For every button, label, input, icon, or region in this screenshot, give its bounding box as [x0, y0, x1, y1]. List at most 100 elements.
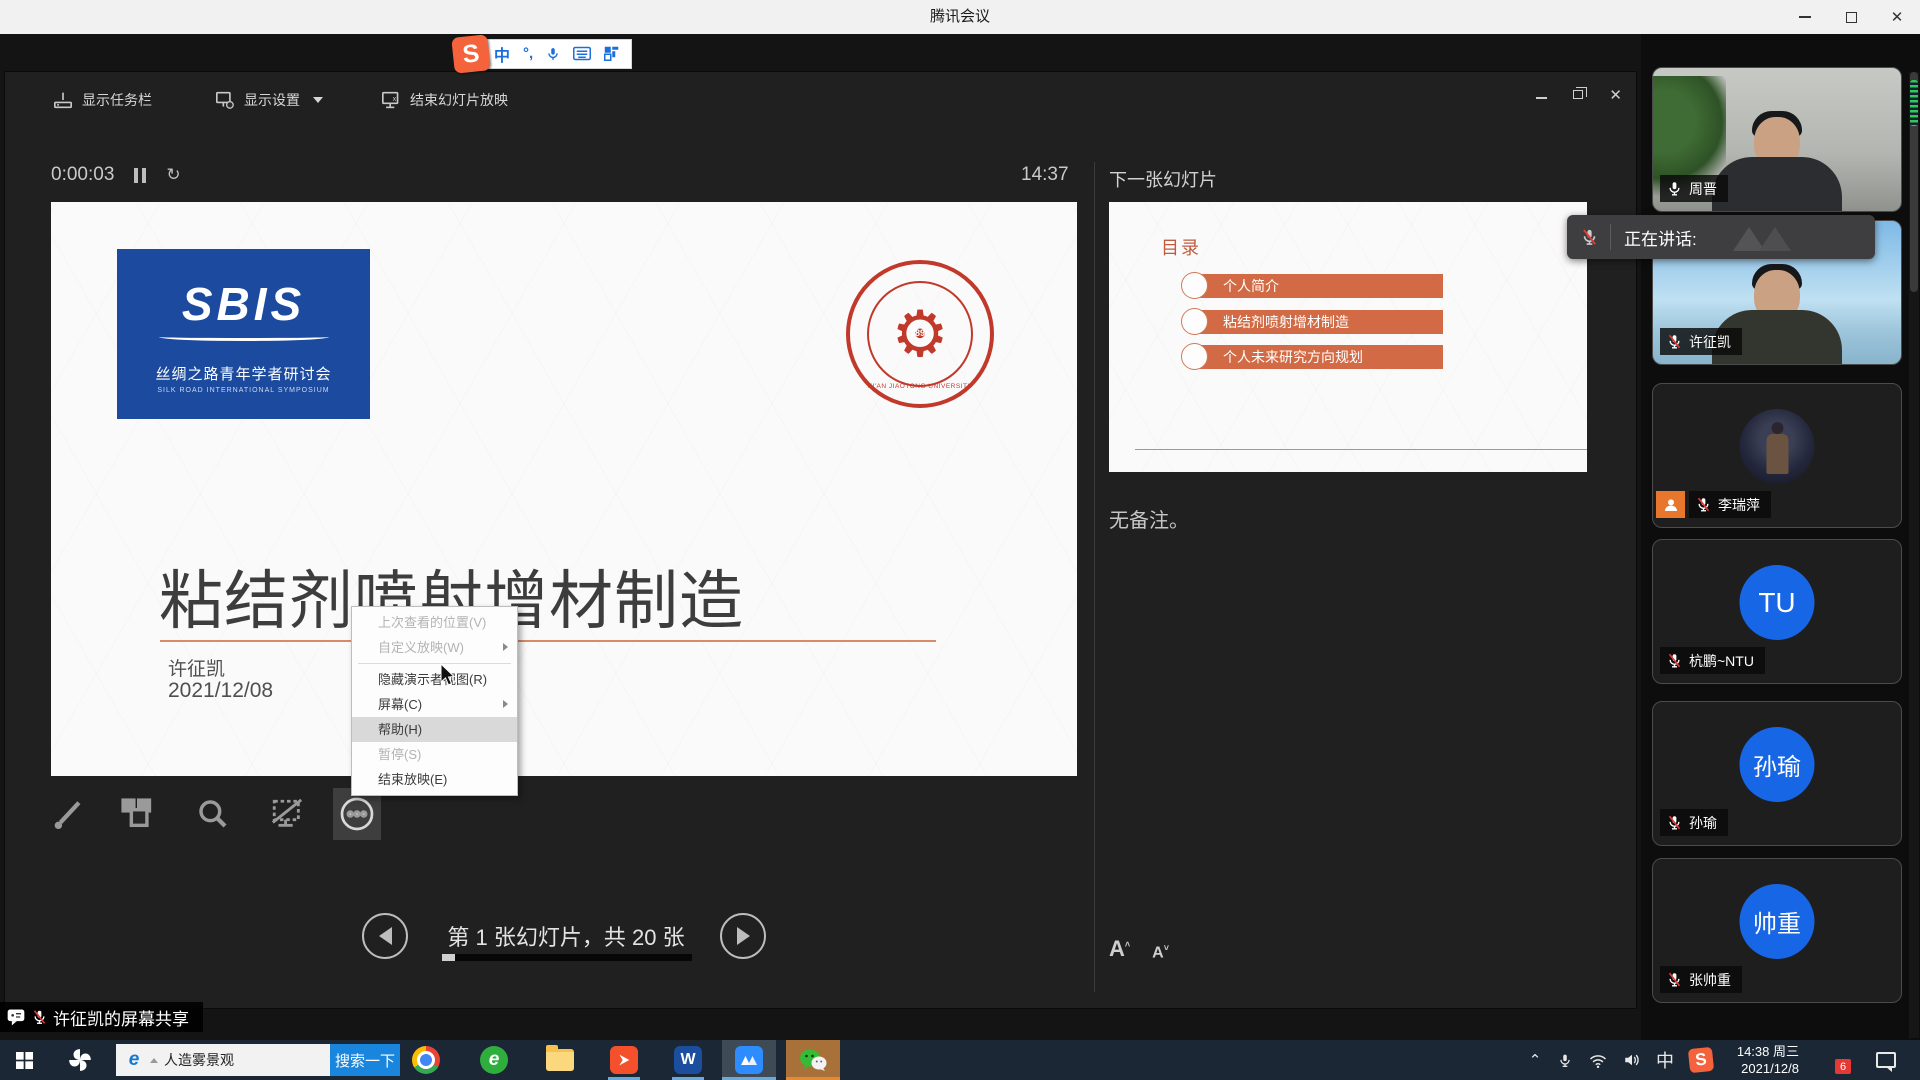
- pen-tool-button[interactable]: [45, 788, 93, 840]
- tray-volume[interactable]: [1616, 1040, 1648, 1080]
- start-button[interactable]: [0, 1040, 48, 1080]
- toc-dot: [1181, 343, 1208, 370]
- taskbar-search-box[interactable]: e 人造雾景观: [116, 1044, 330, 1076]
- window-maximize-button[interactable]: [1828, 0, 1874, 34]
- sidebar-scrollbar[interactable]: [1909, 72, 1919, 1038]
- mic-muted-icon: [1581, 227, 1598, 247]
- display-settings-button[interactable]: 显示设置: [215, 82, 323, 118]
- mic-muted-icon: [32, 1008, 47, 1026]
- ellipsis-icon: [339, 796, 375, 832]
- next-slide-preview[interactable]: 目录 个人简介 粘结剂喷射增材制造 个人未来研究方向规划: [1109, 202, 1587, 472]
- taskbar-file-explorer[interactable]: [540, 1040, 580, 1080]
- ime-toolbox-icon[interactable]: [604, 46, 619, 61]
- toc-title: 目录: [1161, 234, 1201, 260]
- ime-keyboard-icon[interactable]: [573, 46, 591, 61]
- mic-on-icon: [1667, 180, 1682, 197]
- next-slide-header: 下一张幻灯片: [1109, 166, 1217, 192]
- taskbar-wechat[interactable]: [786, 1040, 840, 1080]
- speaker-icon: [1623, 1052, 1641, 1068]
- mouse-cursor: [440, 663, 457, 687]
- taskbar-word[interactable]: W: [668, 1040, 708, 1080]
- tray-network[interactable]: [1582, 1040, 1614, 1080]
- previous-slide-button[interactable]: [362, 913, 408, 959]
- font-increase-button[interactable]: A˄: [1109, 936, 1130, 962]
- presentation-timer: 0:00:03: [51, 164, 114, 186]
- black-screen-button[interactable]: [263, 788, 311, 840]
- panel-divider: [1094, 162, 1095, 992]
- restart-timer-button[interactable]: ↻: [166, 165, 180, 185]
- ime-toolbar[interactable]: S 中 °,: [453, 37, 632, 70]
- end-slideshow-button[interactable]: x 结束幻灯片放映: [381, 82, 508, 118]
- tray-ime-mode[interactable]: 中: [1648, 1040, 1682, 1080]
- xjtu-university-seal: ⚙ 1896 XI'AN JIAOTONG UNIVERSITY: [846, 260, 994, 408]
- tray-clock[interactable]: 14:38 周三 2021/12/8: [1707, 1043, 1799, 1077]
- ppt-minimize-button[interactable]: [1536, 86, 1547, 104]
- mic-muted-icon: [1696, 496, 1711, 513]
- mic-muted-icon: [1667, 652, 1682, 669]
- tray-expand-chevron[interactable]: ⌃: [1520, 1040, 1550, 1080]
- see-all-slides-button[interactable]: [113, 788, 161, 840]
- menu-item-help[interactable]: 帮助(H): [352, 717, 517, 742]
- menu-item-screen[interactable]: 屏幕(C): [352, 692, 517, 717]
- toc-bottom-rule: [1135, 449, 1587, 450]
- menu-item-pause[interactable]: 暂停(S): [352, 742, 517, 767]
- participant-video-tile[interactable]: 孙瑜 孙瑜: [1652, 701, 1902, 846]
- sogou-logo-icon[interactable]: S: [451, 34, 491, 74]
- slide-date: 2021/12/08: [168, 679, 273, 703]
- ppt-restore-button[interactable]: [1573, 86, 1583, 104]
- mic-muted-icon: [1667, 333, 1682, 350]
- magnifier-icon: [197, 798, 229, 830]
- tray-mic[interactable]: [1550, 1040, 1580, 1080]
- participant-video-tile[interactable]: 李瑞萍: [1652, 383, 1902, 528]
- pause-timer-button[interactable]: [134, 168, 146, 183]
- tray-action-center[interactable]: [1866, 1040, 1906, 1080]
- tray-notifications[interactable]: 6: [1812, 1040, 1852, 1080]
- search-go-button[interactable]: 搜索一下: [330, 1044, 400, 1076]
- participant-name-label: 杭鹏~NTU: [1660, 647, 1765, 674]
- participant-name-label: 周晋: [1660, 175, 1728, 202]
- sbis-logo: SBIS 丝绸之路青年学者研讨会 SILK ROAD INTERNATIONAL…: [117, 249, 370, 419]
- avatar: TU: [1740, 565, 1815, 640]
- sogou-pinwheel-button[interactable]: [58, 1040, 102, 1080]
- svg-text:x: x: [393, 94, 397, 103]
- window-close-button[interactable]: ✕: [1874, 0, 1920, 34]
- slideshow-progress-bar: [442, 954, 692, 961]
- ime-chinese-mode[interactable]: 中: [494, 42, 510, 66]
- meeting-window-titlebar: 腾讯会议 ✕: [0, 0, 1920, 34]
- participant-video-tile[interactable]: 周晋: [1652, 67, 1902, 212]
- slide-position-label: 第 1 张幻灯片，共 20 张: [438, 920, 694, 952]
- screen-share-banner: 许征凯的屏幕共享: [0, 1002, 203, 1032]
- green-browser-icon: e: [480, 1046, 508, 1074]
- end-slideshow-icon: x: [381, 91, 401, 109]
- font-decrease-button[interactable]: A˅: [1152, 943, 1169, 962]
- ime-mic-icon[interactable]: [546, 45, 560, 63]
- sbis-wave-decoration: [159, 333, 329, 341]
- ppt-close-button[interactable]: ✕: [1609, 86, 1622, 104]
- menu-item-hide-presenter-view[interactable]: 隐藏演示者视图(R): [352, 667, 517, 692]
- next-slide-button[interactable]: [720, 913, 766, 959]
- submenu-arrow-icon: [503, 643, 508, 651]
- video-player-icon: [610, 1046, 638, 1074]
- taskbar-360-browser[interactable]: e: [474, 1040, 514, 1080]
- search-input-value[interactable]: 人造雾景观: [164, 1050, 234, 1070]
- chevron-down-icon: [313, 97, 323, 103]
- mic-muted-icon: [1667, 971, 1682, 988]
- submenu-arrow-icon: [503, 700, 508, 708]
- audio-level-indicator: [1910, 80, 1918, 126]
- taskbar-video-player[interactable]: [604, 1040, 644, 1080]
- window-minimize-button[interactable]: [1782, 0, 1828, 34]
- avatar: [1740, 409, 1815, 484]
- slideshow-context-menu: 上次查看的位置(V) 自定义放映(W) 隐藏演示者视图(R) 屏幕(C) 帮助(…: [351, 606, 518, 796]
- zoom-slide-button[interactable]: [189, 788, 237, 840]
- menu-item-custom-show[interactable]: 自定义放映(W): [352, 635, 517, 660]
- participant-video-tile[interactable]: TU 杭鹏~NTU: [1652, 539, 1902, 684]
- participant-video-tile[interactable]: 帅重 张帅重: [1652, 858, 1902, 1003]
- blank-screen-icon: [270, 797, 304, 831]
- taskbar-chrome[interactable]: [406, 1040, 446, 1080]
- ime-punctuation-icon[interactable]: °,: [523, 45, 533, 62]
- shared-screen-area: S 中 °, 显示任务栏 显示设置 x 结束幻灯片放映: [0, 34, 1920, 1040]
- show-taskbar-button[interactable]: 显示任务栏: [53, 82, 152, 118]
- taskbar-tencent-meeting[interactable]: [722, 1040, 776, 1080]
- menu-item-end-show[interactable]: 结束放映(E): [352, 767, 517, 792]
- menu-item-last-viewed[interactable]: 上次查看的位置(V): [352, 610, 517, 635]
